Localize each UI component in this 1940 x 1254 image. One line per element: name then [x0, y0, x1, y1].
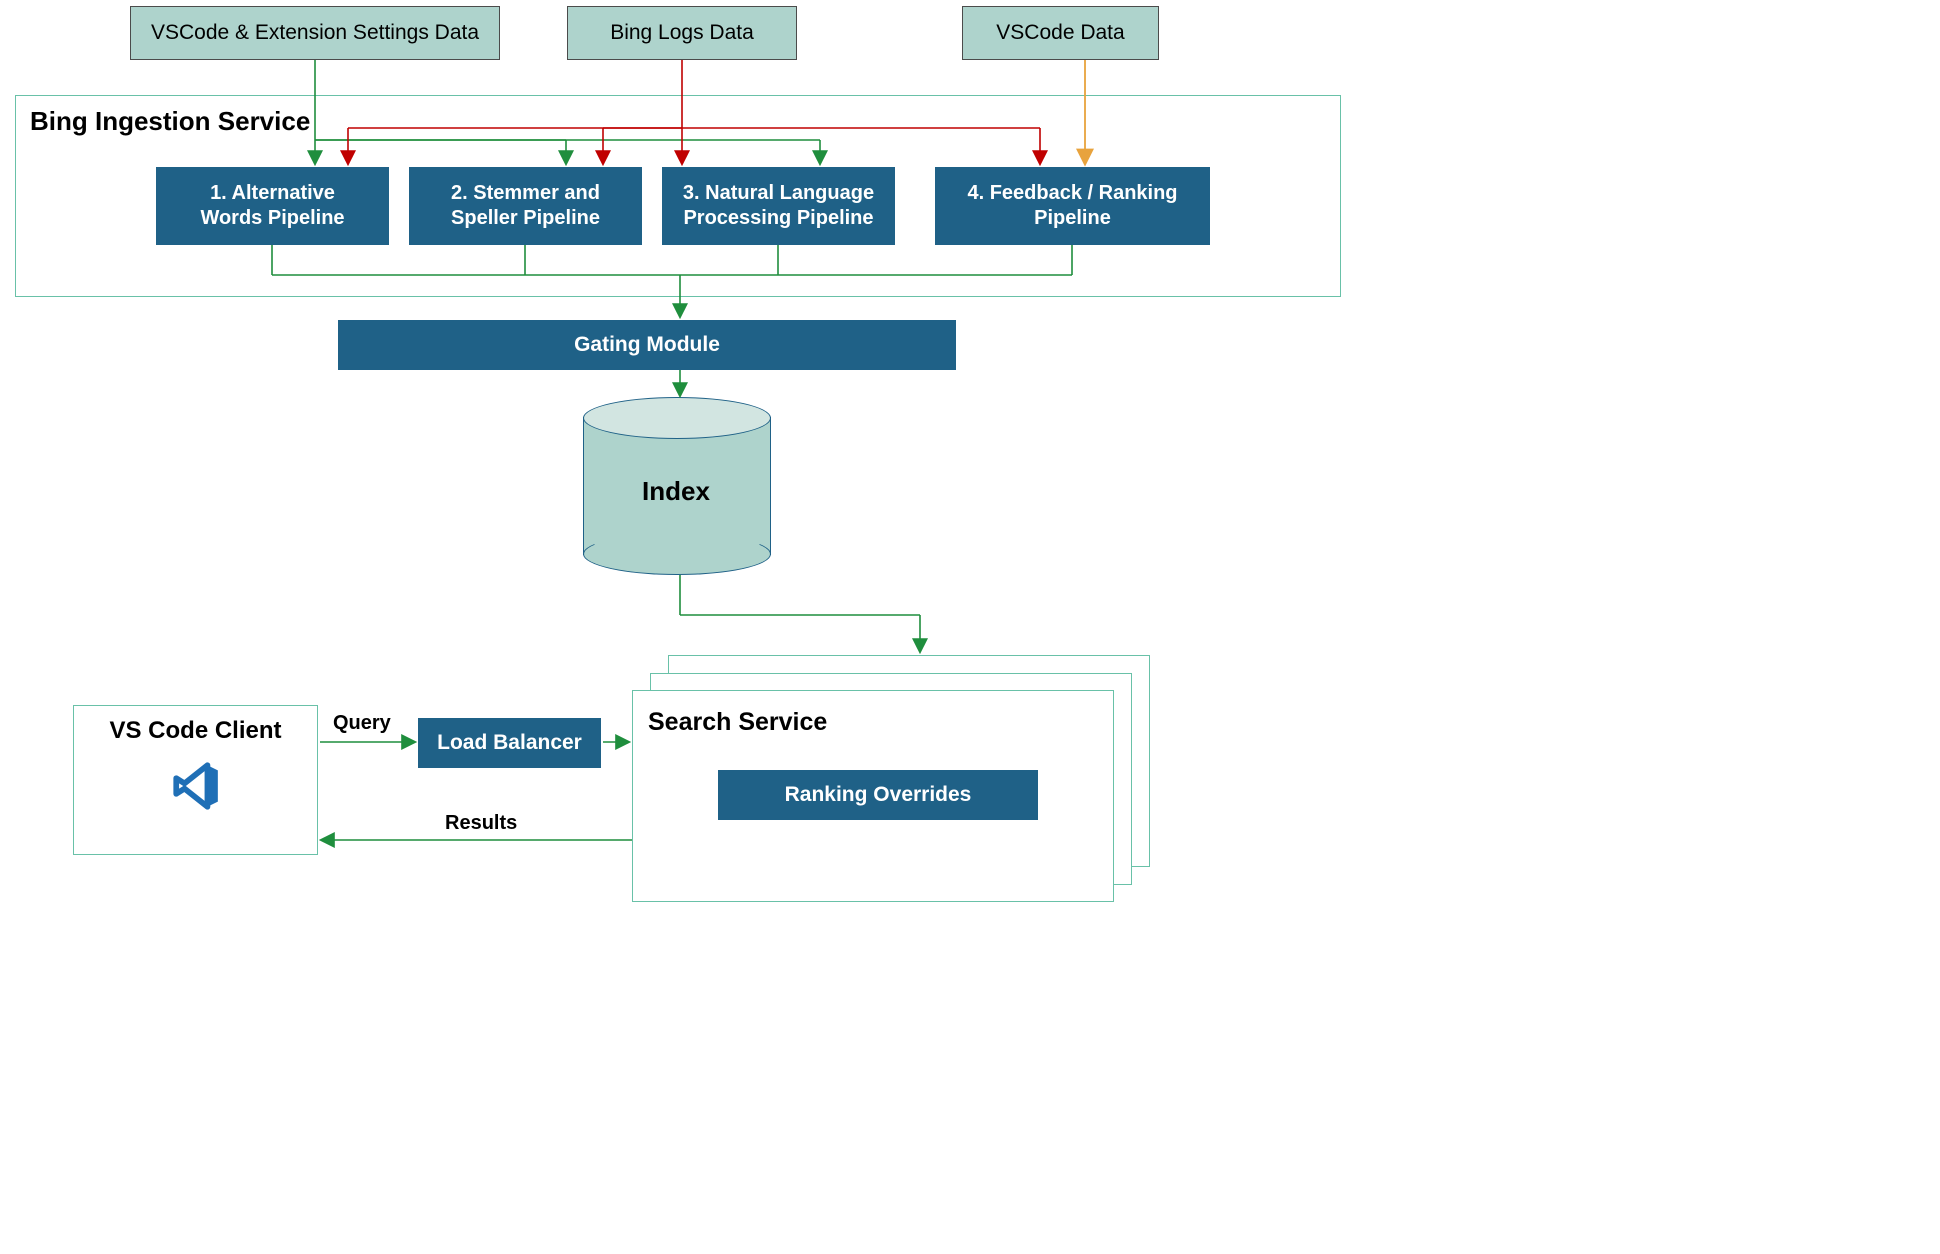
edge-label-query: Query — [333, 712, 391, 735]
pipeline-alt-words: 1. Alternative Words Pipeline — [156, 167, 389, 245]
pipeline-stemmer: 2. Stemmer and Speller Pipeline — [409, 167, 642, 245]
architecture-diagram: VSCode & Extension Settings Data Bing Lo… — [0, 0, 1480, 1000]
gating-module: Gating Module — [338, 320, 956, 370]
pipeline-feedback-l2: Pipeline — [1034, 206, 1111, 231]
vscode-icon — [157, 760, 235, 812]
search-service-title: Search Service — [648, 708, 827, 737]
datasource-vscode-settings: VSCode & Extension Settings Data — [130, 6, 500, 60]
edge-label-results: Results — [445, 812, 517, 835]
pipeline-nlp-l2: Processing Pipeline — [683, 206, 873, 231]
index-label: Index — [642, 476, 710, 507]
pipeline-feedback: 4. Feedback / Ranking Pipeline — [935, 167, 1210, 245]
pipeline-nlp-l1: 3. Natural Language — [683, 181, 874, 206]
load-balancer: Load Balancer — [418, 718, 601, 768]
pipeline-stemmer-l2: Speller Pipeline — [451, 206, 600, 231]
pipeline-feedback-l1: 4. Feedback / Ranking — [967, 181, 1177, 206]
datasource-bing-logs: Bing Logs Data — [567, 6, 797, 60]
pipeline-alt-words-l1: 1. Alternative — [210, 181, 335, 206]
bing-ingestion-service-title: Bing Ingestion Service — [30, 106, 310, 137]
datasource-vscode: VSCode Data — [962, 6, 1159, 60]
pipeline-stemmer-l1: 2. Stemmer and — [451, 181, 600, 206]
pipeline-alt-words-l2: Words Pipeline — [200, 206, 344, 231]
vscode-client: VS Code Client — [73, 705, 318, 855]
pipeline-nlp: 3. Natural Language Processing Pipeline — [662, 167, 895, 245]
vscode-client-title: VS Code Client — [109, 716, 281, 746]
ranking-overrides: Ranking Overrides — [718, 770, 1038, 820]
